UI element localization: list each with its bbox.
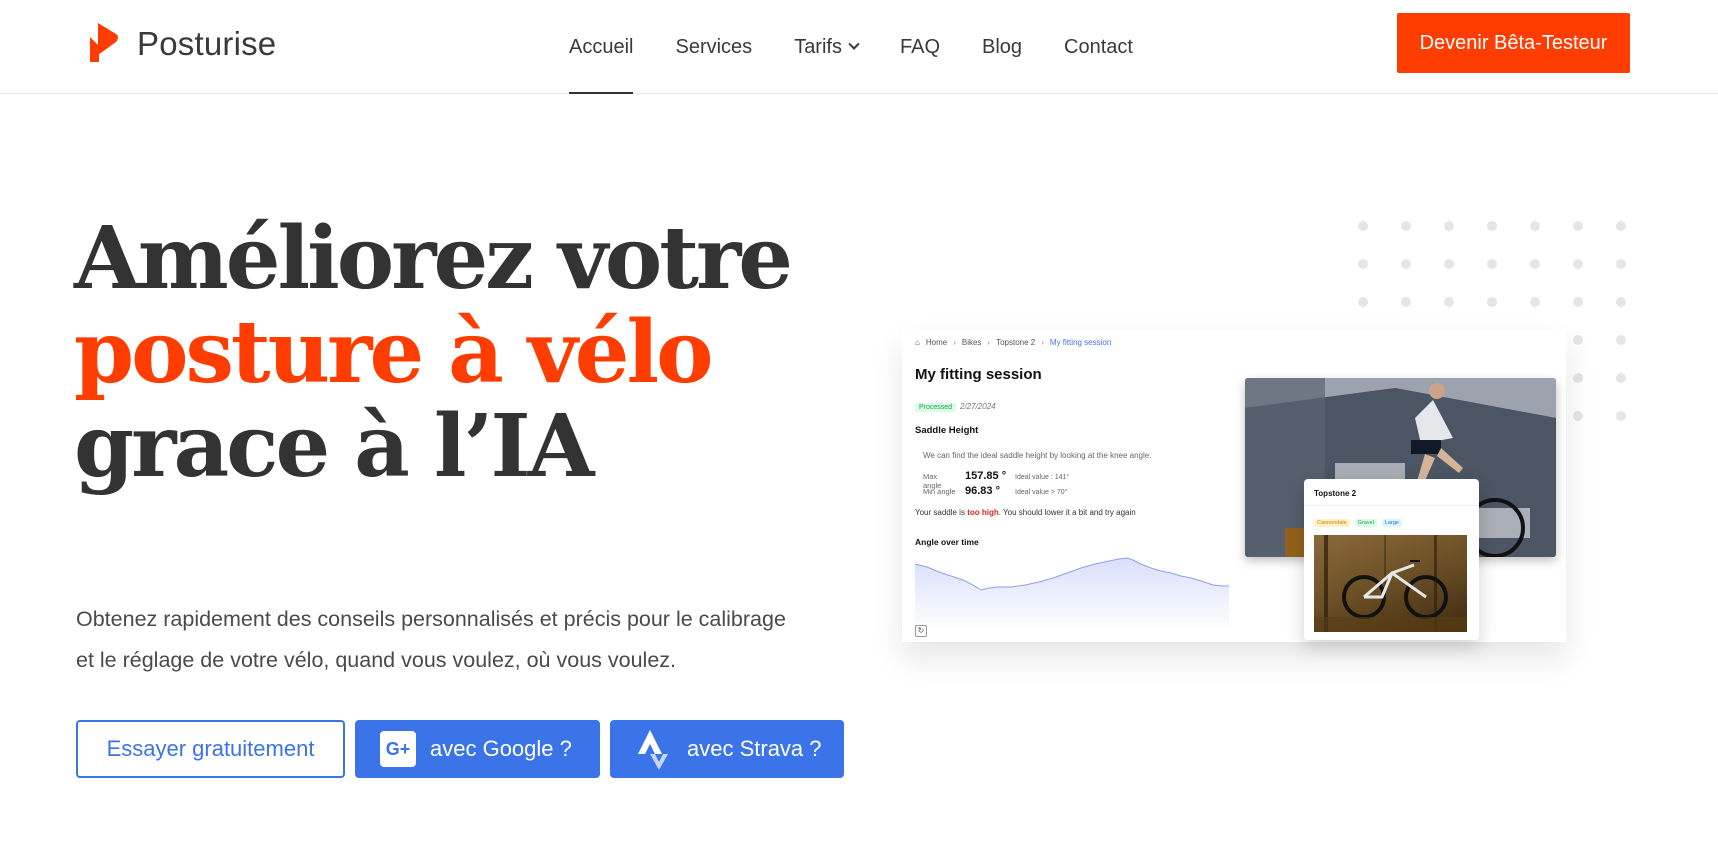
decorative-dot bbox=[1530, 297, 1540, 307]
decorative-dot bbox=[1616, 297, 1626, 307]
bike-tags: Cannondale Gravel Large bbox=[1314, 519, 1407, 527]
decorative-dot bbox=[1444, 221, 1454, 231]
decorative-dot bbox=[1573, 259, 1583, 269]
decorative-dot bbox=[1573, 221, 1583, 231]
chevron-down-icon bbox=[848, 38, 860, 50]
decorative-dot bbox=[1401, 259, 1411, 269]
saddle-warning: Your saddle is too high. You should lowe… bbox=[915, 508, 1136, 517]
breadcrumb: ⌂ Home › Bikes › Topstone 2 › My fitting se… bbox=[915, 338, 1112, 347]
decorative-dot bbox=[1358, 259, 1368, 269]
nav-tarifs[interactable]: Tarifs bbox=[794, 0, 860, 94]
hero-headline: Améliorez votre posture à vélo grace à l… bbox=[74, 208, 793, 497]
saddle-height-heading: Saddle Height bbox=[915, 425, 979, 436]
tag-size: Large bbox=[1381, 519, 1402, 527]
decorative-dot bbox=[1444, 259, 1454, 269]
google-signup-button[interactable]: G+ avec Google ? bbox=[355, 720, 600, 778]
decorative-dot bbox=[1487, 221, 1497, 231]
bike-photo bbox=[1314, 535, 1467, 632]
decorative-dot bbox=[1616, 221, 1626, 231]
min-angle-row: Min angle 96.83 ° Ideal value > 70° bbox=[923, 485, 1068, 497]
decorative-dot bbox=[1358, 221, 1368, 231]
decorative-dot bbox=[1401, 297, 1411, 307]
strava-signup-button[interactable]: avec Strava ? bbox=[610, 720, 844, 778]
tag-brand: Cannondale bbox=[1314, 519, 1350, 527]
decorative-dot bbox=[1401, 221, 1411, 231]
saddle-description: We can find the ideal saddle height by l… bbox=[923, 451, 1152, 460]
site-header: Posturise Accueil Services Tarifs FAQ Bl… bbox=[0, 0, 1718, 94]
decorative-dot bbox=[1616, 411, 1626, 421]
hero-subtitle: Obtenez rapidement des conseils personna… bbox=[76, 607, 786, 672]
nav-blog[interactable]: Blog bbox=[982, 0, 1022, 94]
headline-line-3: grace à l’IA bbox=[74, 396, 594, 497]
posturise-logo-icon bbox=[90, 23, 118, 62]
decorative-dot bbox=[1573, 297, 1583, 307]
decorative-dot bbox=[1530, 259, 1540, 269]
brand-name: Posturise bbox=[137, 24, 277, 62]
decorative-dot bbox=[1616, 335, 1626, 345]
headline-line-1: Améliorez votre bbox=[74, 208, 793, 309]
nav-services[interactable]: Services bbox=[675, 0, 752, 94]
google-plus-icon: G+ bbox=[380, 731, 416, 767]
session-date: 2/27/2024 bbox=[960, 402, 996, 411]
main-nav: Accueil Services Tarifs FAQ Blog Contact bbox=[569, 0, 1175, 94]
home-icon: ⌂ bbox=[915, 338, 920, 347]
strava-icon bbox=[638, 730, 668, 770]
nav-accueil[interactable]: Accueil bbox=[569, 0, 634, 94]
bike-card[interactable]: Topstone 2 Cannondale Gravel Large bbox=[1304, 479, 1479, 640]
try-free-button[interactable]: Essayer gratuitement bbox=[76, 720, 345, 778]
nav-contact[interactable]: Contact bbox=[1064, 0, 1133, 94]
tag-type: Gravel bbox=[1354, 519, 1377, 527]
decorative-dot bbox=[1573, 335, 1583, 345]
bike-card-title: Topstone 2 bbox=[1314, 489, 1357, 498]
decorative-dot bbox=[1358, 297, 1368, 307]
decorative-dot bbox=[1444, 297, 1454, 307]
angle-chart-title: Angle over time bbox=[915, 537, 979, 547]
angle-chart bbox=[915, 557, 1229, 632]
headline-line-2: posture à vélo bbox=[74, 302, 714, 403]
brand[interactable]: Posturise bbox=[86, 21, 276, 66]
decorative-dot bbox=[1616, 259, 1626, 269]
nav-faq[interactable]: FAQ bbox=[900, 0, 940, 94]
status-badge: Processed bbox=[915, 403, 957, 412]
decorative-dot bbox=[1573, 411, 1583, 421]
beta-tester-button[interactable]: Devenir Bêta-Testeur bbox=[1397, 13, 1630, 73]
decorative-dot bbox=[1573, 373, 1583, 383]
refresh-icon[interactable]: ↻ bbox=[915, 625, 927, 637]
decorative-dot bbox=[1530, 221, 1540, 231]
session-title: My fitting session bbox=[915, 366, 1042, 383]
decorative-dot bbox=[1616, 373, 1626, 383]
decorative-dot bbox=[1487, 297, 1497, 307]
decorative-dot bbox=[1487, 259, 1497, 269]
